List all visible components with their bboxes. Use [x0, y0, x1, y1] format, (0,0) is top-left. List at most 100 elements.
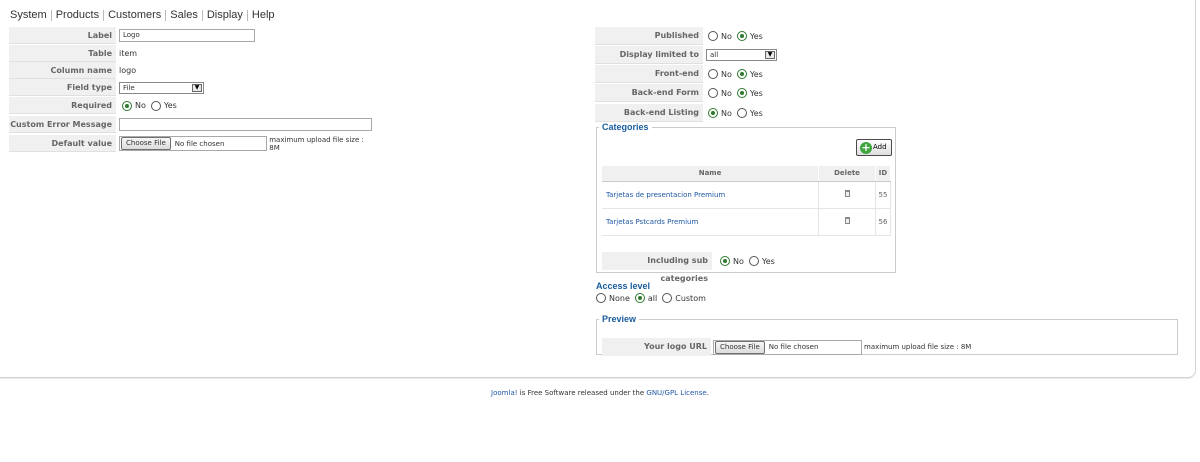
choose-file-button[interactable]: Choose File: [121, 137, 171, 150]
table-label: Table: [9, 45, 116, 62]
category-name-link[interactable]: Tarjetas de presentacion Premium: [602, 181, 820, 209]
menu-display[interactable]: Display: [201, 9, 247, 21]
default-value-file[interactable]: Choose File No file chosen: [119, 136, 268, 151]
access-all-label: all: [647, 293, 658, 303]
table-row: Tarjetas Pstcards Premium 56: [602, 208, 891, 236]
backend-listing-yes-label: Yes: [749, 108, 763, 118]
backend-listing-no-radio[interactable]: [708, 108, 718, 118]
category-id: 56: [875, 208, 891, 236]
access-level-title: Access level: [596, 281, 651, 291]
published-yes-label: Yes: [749, 31, 763, 41]
menu-sales[interactable]: Sales: [165, 9, 202, 21]
menu-help[interactable]: Help: [246, 9, 279, 21]
preview-title: Preview: [602, 314, 637, 324]
table-row: Tarjetas de presentacion Premium 55: [602, 181, 891, 209]
access-none-radio[interactable]: [596, 293, 606, 303]
front-end-yes-label: Yes: [749, 69, 763, 79]
max-size-text: maximum upload file size : 8M: [864, 343, 972, 351]
access-none-label: None: [609, 293, 630, 303]
field-type-label: Field type: [9, 79, 116, 96]
custom-error-label: Custom Error Message: [9, 116, 116, 133]
front-end-no-label: No: [721, 69, 732, 79]
choose-file-button[interactable]: Choose File: [715, 340, 765, 354]
categories-fieldset: Categories + Add Name Delete ID Tarjetas…: [596, 122, 896, 283]
chevron-down-icon: ▼: [192, 83, 202, 92]
row-logo-url: Your logo URL Choose File No file chosen…: [602, 338, 971, 356]
row-sub-categories: Including sub categories No Yes: [602, 252, 780, 283]
access-all-radio[interactable]: [634, 293, 645, 303]
required-yes-label: Yes: [163, 101, 177, 110]
column-name-label: Column name: [9, 62, 116, 79]
table-value: item: [119, 49, 138, 58]
top-menu: System Products Customers Sales Display …: [10, 8, 279, 22]
access-level-options: None all Custom: [596, 293, 711, 303]
published-no-radio[interactable]: [708, 31, 718, 41]
category-name-link[interactable]: Tarjetas Pstcards Premium: [602, 208, 820, 236]
required-no-label: No: [135, 101, 146, 110]
default-value-label: Default value: [9, 135, 116, 152]
front-end-yes-radio[interactable]: [736, 69, 747, 79]
field-type-select[interactable]: File ▼: [119, 81, 204, 94]
category-id: 55: [875, 181, 891, 209]
display-limited-label: Display limited to: [595, 46, 703, 64]
joomla-link[interactable]: Joomla!: [491, 389, 518, 397]
add-icon: +: [860, 141, 872, 154]
published-label: Published: [595, 27, 703, 45]
trash-icon[interactable]: [844, 217, 850, 224]
row-table: Table item: [9, 45, 376, 63]
sub-yes-label: Yes: [761, 256, 775, 266]
row-column-name: Column name logo: [9, 62, 376, 80]
trash-icon[interactable]: [844, 190, 850, 197]
menu-system[interactable]: System: [10, 9, 51, 21]
backend-form-label: Back-end Form: [595, 84, 703, 102]
backend-form-no-radio[interactable]: [708, 88, 718, 98]
footer: Joomla! is Free Software released under …: [0, 389, 1200, 397]
footer-text: is Free Software released under the: [517, 389, 647, 397]
required-no-radio[interactable]: [122, 100, 132, 111]
row-required: Required No Yes: [9, 97, 376, 115]
categories-table: Name Delete ID Tarjetas de presentacion …: [602, 166, 891, 236]
row-field-type: Field type File ▼: [9, 79, 376, 97]
sub-categories-label: Including sub categories: [602, 252, 712, 283]
display-limited-value: all: [710, 51, 719, 59]
field-type-value: File: [123, 83, 135, 92]
file-status: No file chosen: [174, 139, 225, 148]
backend-form-yes-label: Yes: [749, 88, 763, 98]
add-label: Add: [873, 143, 887, 151]
front-end-label: Front-end: [595, 65, 703, 83]
required-label: Required: [9, 97, 116, 114]
backend-form-yes-radio[interactable]: [736, 88, 747, 98]
label-input[interactable]: Logo: [119, 29, 255, 42]
row-front-end: Front-end No Yes: [595, 65, 790, 84]
col-id: ID: [875, 166, 891, 182]
row-backend-listing: Back-end Listing No Yes: [595, 104, 790, 123]
sub-no-radio[interactable]: [720, 256, 730, 266]
row-default-value: Default value Choose File No file chosen…: [9, 135, 376, 153]
sub-yes-radio[interactable]: [748, 256, 759, 266]
logo-url-file[interactable]: Choose File No file chosen: [713, 339, 862, 355]
categories-title: Categories: [602, 122, 649, 132]
front-end-no-radio[interactable]: [708, 69, 718, 79]
add-category-button[interactable]: + Add: [856, 139, 892, 156]
row-display-limited: Display limited to all ▼: [595, 46, 790, 65]
row-custom-error: Custom Error Message: [9, 116, 376, 134]
row-backend-form: Back-end Form No Yes: [595, 84, 790, 103]
backend-listing-yes-radio[interactable]: [736, 108, 747, 118]
label-label: Label: [9, 27, 116, 44]
menu-products[interactable]: Products: [50, 9, 103, 21]
display-limited-select[interactable]: all ▼: [706, 49, 777, 61]
access-custom-radio[interactable]: [662, 293, 673, 303]
col-name: Name: [602, 166, 820, 182]
required-yes-radio[interactable]: [150, 100, 161, 111]
file-status: No file chosen: [768, 343, 819, 351]
row-published: Published No Yes: [595, 27, 790, 46]
custom-error-input[interactable]: [119, 118, 372, 131]
col-delete: Delete: [818, 166, 876, 182]
menu-customers[interactable]: Customers: [103, 9, 165, 21]
backend-form-no-label: No: [721, 88, 732, 98]
logo-url-label: Your logo URL: [602, 338, 711, 356]
backend-listing-label: Back-end Listing: [595, 104, 703, 122]
row-label: Label Logo: [9, 27, 376, 45]
published-yes-radio[interactable]: [736, 31, 747, 41]
gpl-link[interactable]: GNU/GPL License: [646, 389, 706, 397]
